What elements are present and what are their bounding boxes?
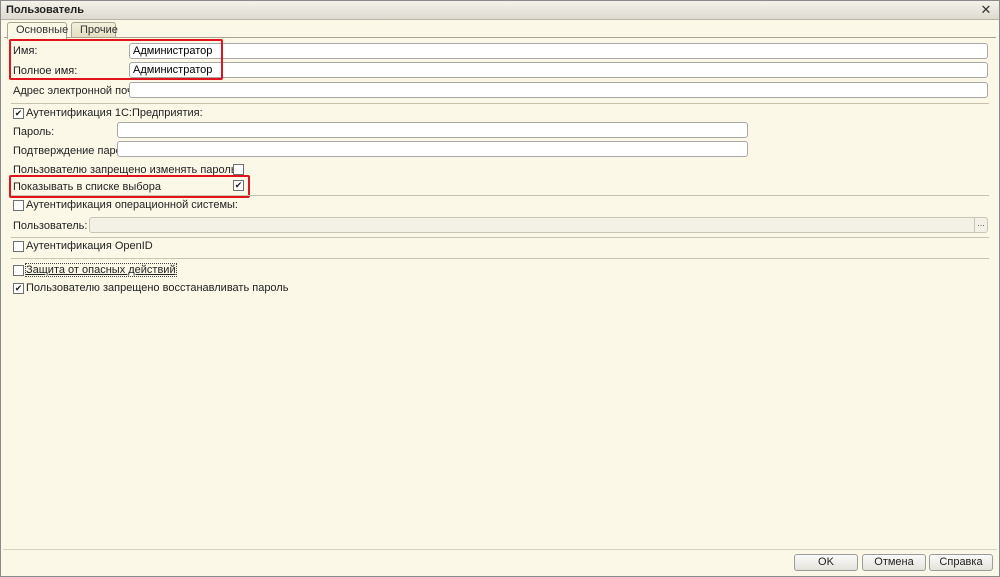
tab-divider [4,37,996,38]
window-title: Пользователь [6,4,85,16]
auth-openid-label: Аутентификация OpenID [26,240,153,252]
separator [11,103,989,104]
cannot-change-password-label: Пользователю запрещено изменять пароль [13,164,237,176]
cannot-change-password-checkbox[interactable] [233,164,244,175]
password-confirm-field[interactable] [117,141,748,157]
password-field[interactable] [117,122,748,138]
dangerous-actions-checkbox[interactable] [13,265,24,276]
name-label: Имя: [13,45,38,57]
auth-1c-checkbox[interactable]: ✔ [13,108,24,119]
close-icon[interactable]: ✕ [978,2,994,18]
help-button[interactable]: Справка [929,554,993,571]
os-user-field: ... [89,217,988,233]
ellipsis-icon[interactable]: ... [974,218,987,232]
email-field[interactable] [129,82,988,98]
tab-main[interactable]: Основные [7,22,68,39]
cannot-restore-password-label: Пользователю запрещено восстанавливать п… [26,282,289,294]
title-bar[interactable]: Пользователь ✕ [1,1,999,20]
name-field[interactable]: Администратор [129,43,988,59]
show-in-list-label: Показывать в списке выбора [13,181,161,193]
separator [11,195,989,196]
show-in-list-checkbox[interactable]: ✔ [233,180,244,191]
auth-os-checkbox[interactable] [13,200,24,211]
fullname-field[interactable]: Администратор [129,62,988,78]
os-user-label: Пользователь: [13,220,88,232]
separator [11,258,989,259]
footer-divider [3,549,997,550]
user-dialog-window: Пользователь ✕ Основные Прочие Имя: Адми… [0,0,1000,577]
ok-button[interactable]: OK [794,554,858,571]
tab-other[interactable]: Прочие [71,22,118,38]
auth-1c-label: Аутентификация 1С:Предприятия: [26,107,203,119]
auth-openid-checkbox[interactable] [13,241,24,252]
password-label: Пароль: [13,126,55,138]
cancel-button[interactable]: Отмена [862,554,926,571]
fullname-label: Полное имя: [13,65,78,77]
auth-os-label: Аутентификация операционной системы: [26,199,238,211]
dangerous-actions-label: Защита от опасных действий [25,263,177,277]
separator [11,237,989,238]
cannot-restore-password-checkbox[interactable]: ✔ [13,283,24,294]
